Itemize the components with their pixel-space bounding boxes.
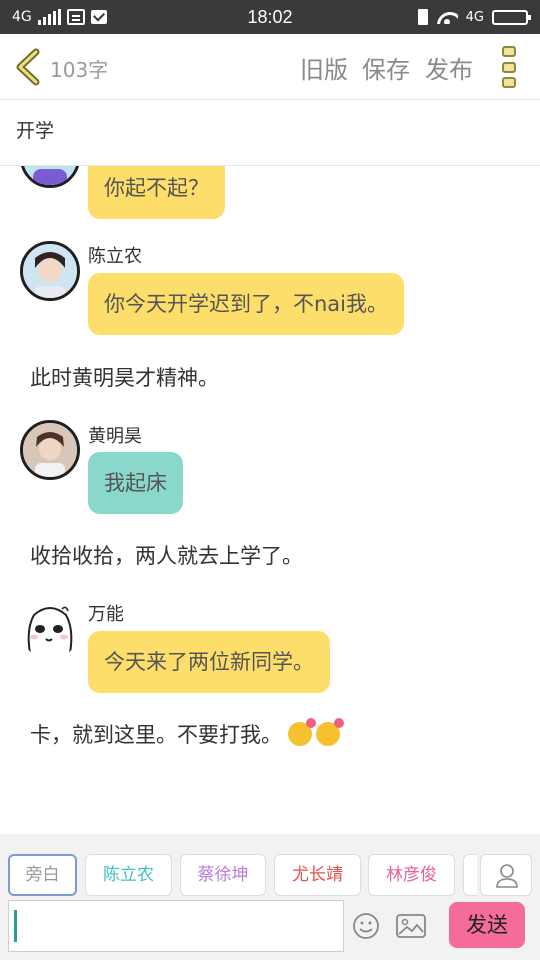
boy-avatar-icon[interactable]	[20, 166, 80, 188]
top-nav: 103字 旧版 保存 发布	[0, 34, 540, 100]
back-chevron-icon[interactable]	[14, 48, 42, 86]
speaker-name: 陈立农	[88, 246, 142, 267]
more-menu-icon[interactable]	[502, 46, 518, 88]
character-chip-cai-xukun[interactable]: 蔡徐坤	[180, 854, 266, 896]
message-bubble[interactable]: 我起床	[88, 452, 183, 514]
cartoon-face-icon[interactable]	[20, 599, 80, 659]
character-chip-label: 林彦俊	[386, 865, 437, 885]
boy-avatar-icon[interactable]	[20, 241, 80, 301]
story-title-row[interactable]: 开学	[0, 100, 540, 166]
publish-button[interactable]: 发布	[425, 50, 473, 85]
boy-avatar-icon[interactable]	[20, 420, 80, 480]
charging-icon	[417, 9, 428, 25]
character-chip-label: 旁白	[25, 865, 60, 885]
emoji-icon[interactable]	[352, 912, 380, 940]
narration-text[interactable]: 此时黄明昊才精神。	[30, 362, 219, 392]
character-chip-label: 尤长靖	[292, 865, 343, 885]
speaker-name: 黄明昊	[88, 426, 142, 447]
character-chip-chen-linong[interactable]: 陈立农	[85, 854, 172, 896]
message-bubble[interactable]: 你起不起？	[88, 166, 225, 219]
character-chip-you-zhangjing[interactable]: 尤长靖	[274, 854, 361, 896]
narration-text[interactable]: 收拾收拾，两人就去上学了。	[30, 540, 303, 570]
status-bar: 4G 18:02 4G	[0, 0, 540, 34]
narration-text: 卡，就到这里。不要打我。	[30, 723, 282, 747]
add-character-button[interactable]	[480, 854, 532, 896]
message-bubble[interactable]: 你今天开学迟到了，不nai我。	[88, 273, 405, 335]
send-button[interactable]: 发送	[449, 902, 525, 948]
battery-icon	[492, 9, 531, 25]
character-chip-narrator[interactable]: 旁白	[8, 854, 77, 896]
speaker-name: 万能	[88, 604, 124, 625]
character-chip-label: 陈立农	[103, 865, 154, 885]
network-right-label: 4G	[465, 9, 484, 25]
word-count: 103字	[50, 58, 109, 82]
story-title: 开学	[16, 120, 55, 142]
blushing-emoji-icon	[288, 717, 344, 751]
chat-area[interactable]: 你起不起？ 陈立农 你今天开学迟到了，不nai我。 此时黄明昊才精神。 黄明昊 …	[0, 166, 540, 834]
message-input[interactable]	[8, 900, 344, 952]
image-icon[interactable]	[396, 914, 426, 938]
character-chip-label: 蔡徐坤	[197, 865, 249, 885]
person-icon	[496, 864, 518, 888]
text-cursor	[14, 910, 17, 942]
wifi-icon	[436, 10, 458, 24]
old-version-button[interactable]: 旧版	[300, 50, 348, 85]
narration-line[interactable]: 卡，就到这里。不要打我。	[30, 717, 344, 751]
status-right: 4G	[417, 0, 531, 34]
character-chip-partial[interactable]	[463, 854, 477, 896]
character-chip-lin-yanjun[interactable]: 林彦俊	[368, 854, 455, 896]
message-bubble[interactable]: 今天来了两位新同学。	[88, 631, 330, 693]
composer-panel: 旁白 陈立农 蔡徐坤 尤长靖 林彦俊 发送	[0, 834, 540, 960]
save-button[interactable]: 保存	[362, 50, 410, 85]
